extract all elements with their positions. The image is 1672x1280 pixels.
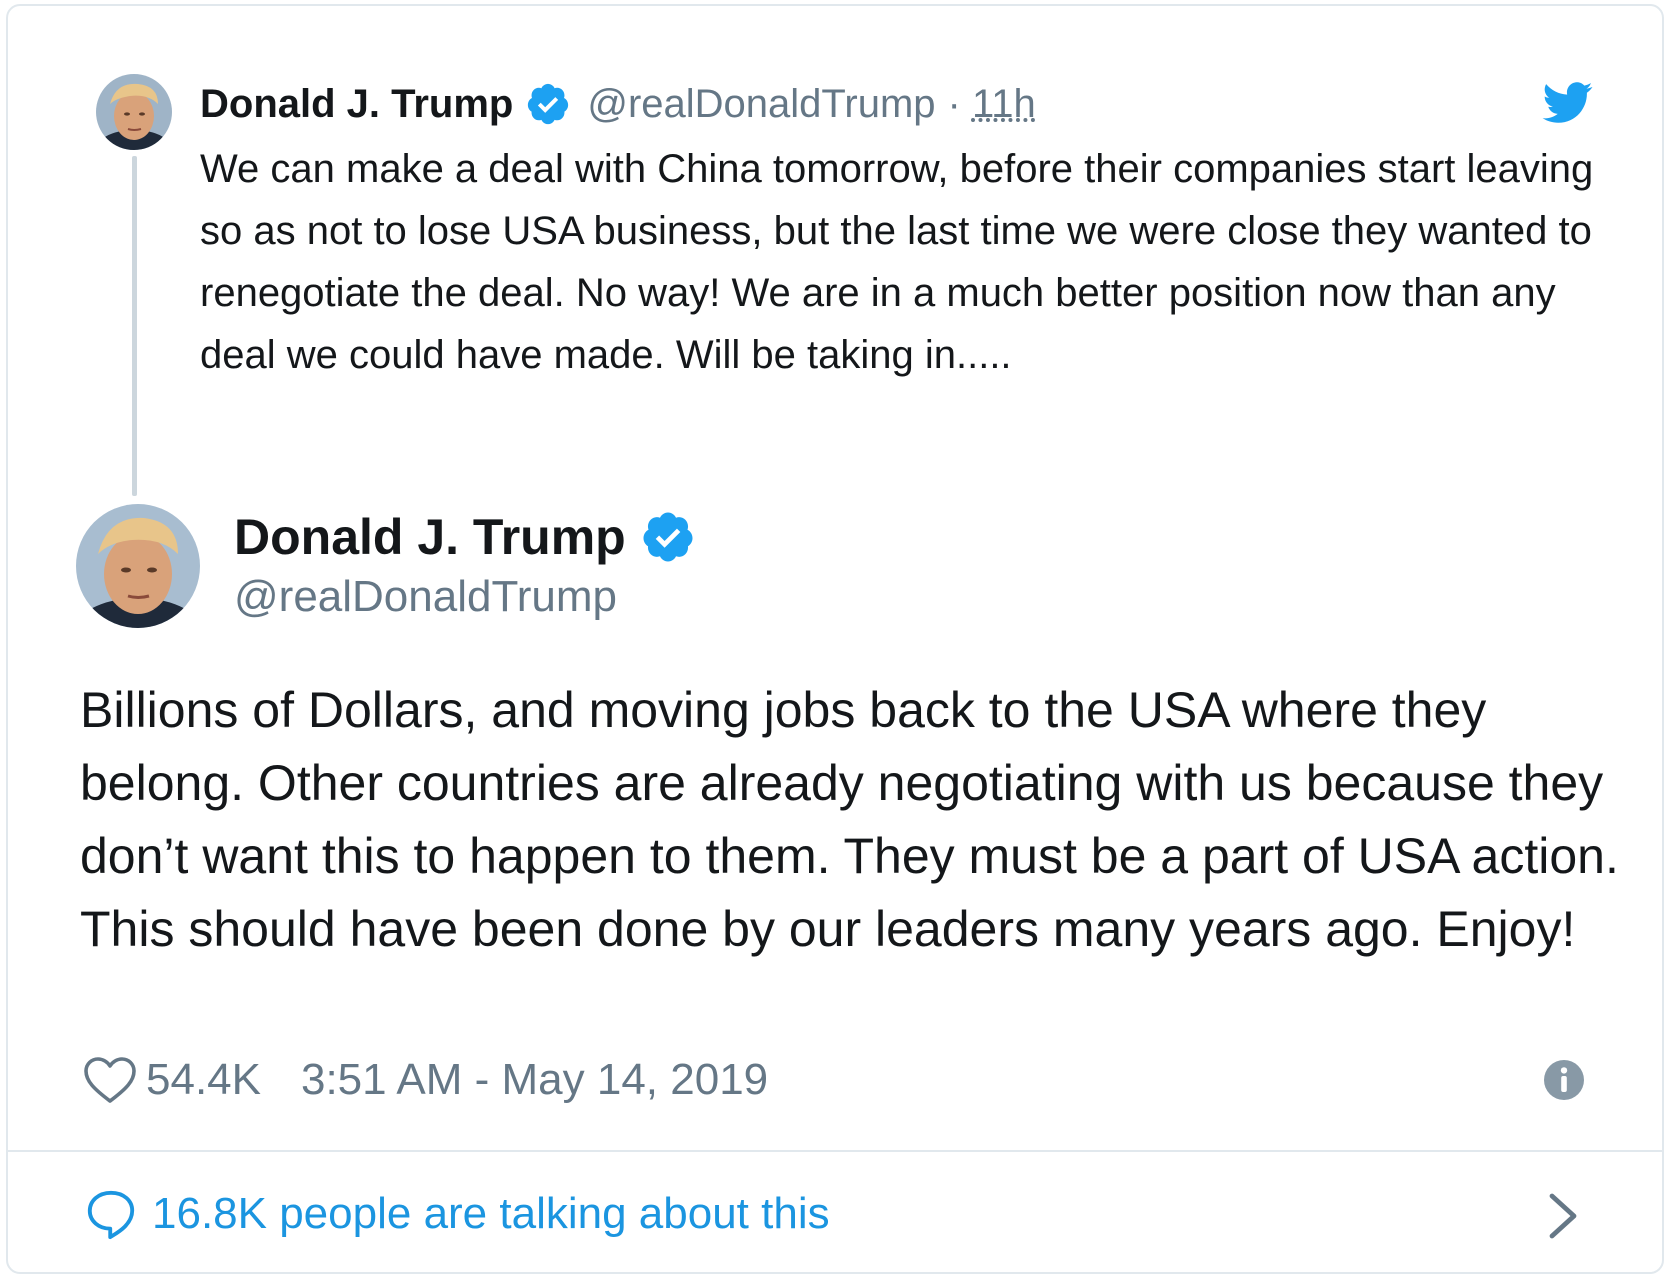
- parent-tweet-header: Donald J. Trump @realDonaldTrump · 11h: [200, 76, 1036, 132]
- relative-time[interactable]: 11h: [972, 82, 1036, 126]
- parent-author-handle[interactable]: @realDonaldTrump: [587, 82, 935, 127]
- tweet-embed-card: Donald J. Trump @realDonaldTrump · 11h W…: [6, 4, 1664, 1274]
- main-tweet-header: Donald J. Trump: [234, 506, 696, 568]
- main-author-name[interactable]: Donald J. Trump: [234, 508, 626, 566]
- parent-tweet-text: We can make a deal with China tomorrow, …: [200, 147, 1594, 377]
- speech-bubble-icon: [87, 1190, 135, 1240]
- chevron-right-icon[interactable]: [1548, 1192, 1578, 1240]
- like-count[interactable]: 54.4K: [146, 1055, 261, 1105]
- parent-timestamp[interactable]: · 11h: [948, 82, 1036, 127]
- main-avatar[interactable]: [76, 504, 200, 628]
- conversation-link[interactable]: 16.8K people are talking about this: [84, 1184, 830, 1244]
- verified-badge-icon: [643, 512, 693, 562]
- parent-avatar[interactable]: [96, 74, 172, 150]
- twitter-bird-icon[interactable]: [1542, 82, 1594, 124]
- thread-connector-line: [132, 156, 137, 496]
- tweet-meta-row: 54.4K 3:51 AM - May 14, 2019: [82, 1052, 768, 1108]
- info-icon[interactable]: [1544, 1060, 1584, 1100]
- tweet-timestamp[interactable]: 3:51 AM - May 14, 2019: [301, 1055, 768, 1105]
- footer-divider: [8, 1150, 1662, 1152]
- main-tweet-text: Billions of Dollars, and moving jobs bac…: [80, 682, 1619, 957]
- verified-badge-icon: [528, 83, 569, 125]
- heart-icon[interactable]: [82, 1055, 138, 1105]
- main-author-handle[interactable]: @realDonaldTrump: [234, 572, 617, 622]
- talking-about-link[interactable]: 16.8K people are talking about this: [152, 1189, 830, 1239]
- time-separator: ·: [947, 81, 961, 126]
- parent-author-name[interactable]: Donald J. Trump: [200, 82, 513, 127]
